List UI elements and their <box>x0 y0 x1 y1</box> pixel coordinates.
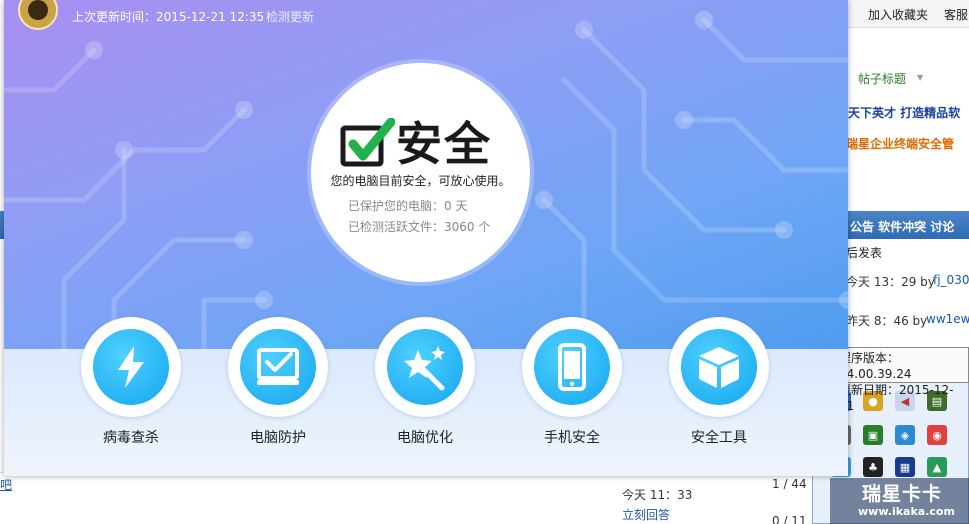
toolbox-icon <box>699 347 739 388</box>
feature-label: 电脑优化 <box>397 430 453 446</box>
security-tools-button[interactable]: 安全工具 <box>669 317 769 447</box>
forum-nav-links[interactable]: 公告 软件冲突 讨论 <box>850 218 954 235</box>
feature-label: 安全工具 <box>691 430 747 446</box>
watermark-url: www.ikaka.com <box>858 505 955 518</box>
feature-label: 手机安全 <box>544 430 600 446</box>
security-status-description: 您的电脑目前安全，可放心使用。 <box>330 174 511 188</box>
thread-link[interactable]: 吧 <box>0 476 12 493</box>
thread-page-count: 1 / 44 <box>772 477 807 491</box>
post-title-select[interactable]: 帖子标题 <box>858 70 906 87</box>
banner-text-orange[interactable]: 瑞星企业终端安全管 <box>846 135 954 152</box>
answer-now-link[interactable]: 立刻回答 <box>622 506 670 523</box>
power-tray-icon[interactable]: ◉ <box>927 425 947 445</box>
magic-wand-icon <box>404 346 445 391</box>
banner-text-blue[interactable]: 天下英才 打造精品软 <box>848 104 960 121</box>
qq-tray-icon[interactable]: ♣ <box>863 457 883 477</box>
tooltip-date: 更新日期：2015-12-21 <box>839 383 954 413</box>
scanned-files-count: 已检测活跃文件：3060 个 <box>348 220 491 234</box>
thread-date: 今天 11：33 <box>622 488 693 502</box>
feature-disc <box>534 329 610 405</box>
feature-label: 电脑防护 <box>250 430 306 446</box>
phone-icon <box>558 343 586 391</box>
feature-disc <box>681 329 757 405</box>
last-update-time: 上次更新时间：2015-12-21 12:35 <box>72 10 265 24</box>
phone-security-button[interactable]: 手机安全 <box>522 317 622 447</box>
monitor-tray-icon[interactable]: ▦ <box>895 457 915 477</box>
chevron-down-icon[interactable]: ▼ <box>917 73 923 82</box>
protected-days: 已保护您的电脑：0 天 <box>348 199 468 213</box>
pc-optimize-button[interactable]: 电脑优化 <box>375 317 475 447</box>
last-post-user-link[interactable]: ww1ew <box>926 312 969 326</box>
pc-protection-button[interactable]: 电脑防护 <box>228 317 328 447</box>
shield-screen-icon <box>257 348 299 385</box>
last-post-header: 后发表 <box>846 246 883 260</box>
feature-disc <box>93 329 169 405</box>
add-favorites-link[interactable]: 加入收藏夹 <box>868 6 928 23</box>
gpu-tray-icon[interactable]: ▣ <box>863 425 883 445</box>
watermark-logo-text: 瑞星卡卡 <box>862 483 943 505</box>
last-post-user-link[interactable]: fj_030 <box>933 273 969 287</box>
security-status-title: 安全 <box>396 117 492 171</box>
feature-disc <box>387 329 463 405</box>
virus-scan-button[interactable]: 病毒查杀 <box>81 317 181 447</box>
checkmark-icon <box>340 118 395 167</box>
signal-tray-icon[interactable]: ▲ <box>927 457 947 477</box>
last-post-time: 昨天 8：46 by <box>846 314 928 328</box>
customer-service-link[interactable]: 客服 <box>944 6 968 23</box>
feature-label: 病毒查杀 <box>103 430 159 446</box>
check-update-link[interactable]: 检测更新 <box>266 8 314 25</box>
last-post-time: 今天 13：29 by <box>846 275 935 289</box>
sync-tray-icon[interactable]: ◈ <box>895 425 915 445</box>
tooltip-version: 程序版本：24.00.39.24 <box>839 351 912 381</box>
lightning-icon <box>118 346 144 388</box>
version-tooltip: 程序版本：24.00.39.24 更新日期：2015-12-21 <box>833 347 969 413</box>
thread-page-count: 0 / 11 <box>772 514 807 524</box>
feature-disc <box>240 329 316 405</box>
lion-logo-icon <box>28 0 48 20</box>
